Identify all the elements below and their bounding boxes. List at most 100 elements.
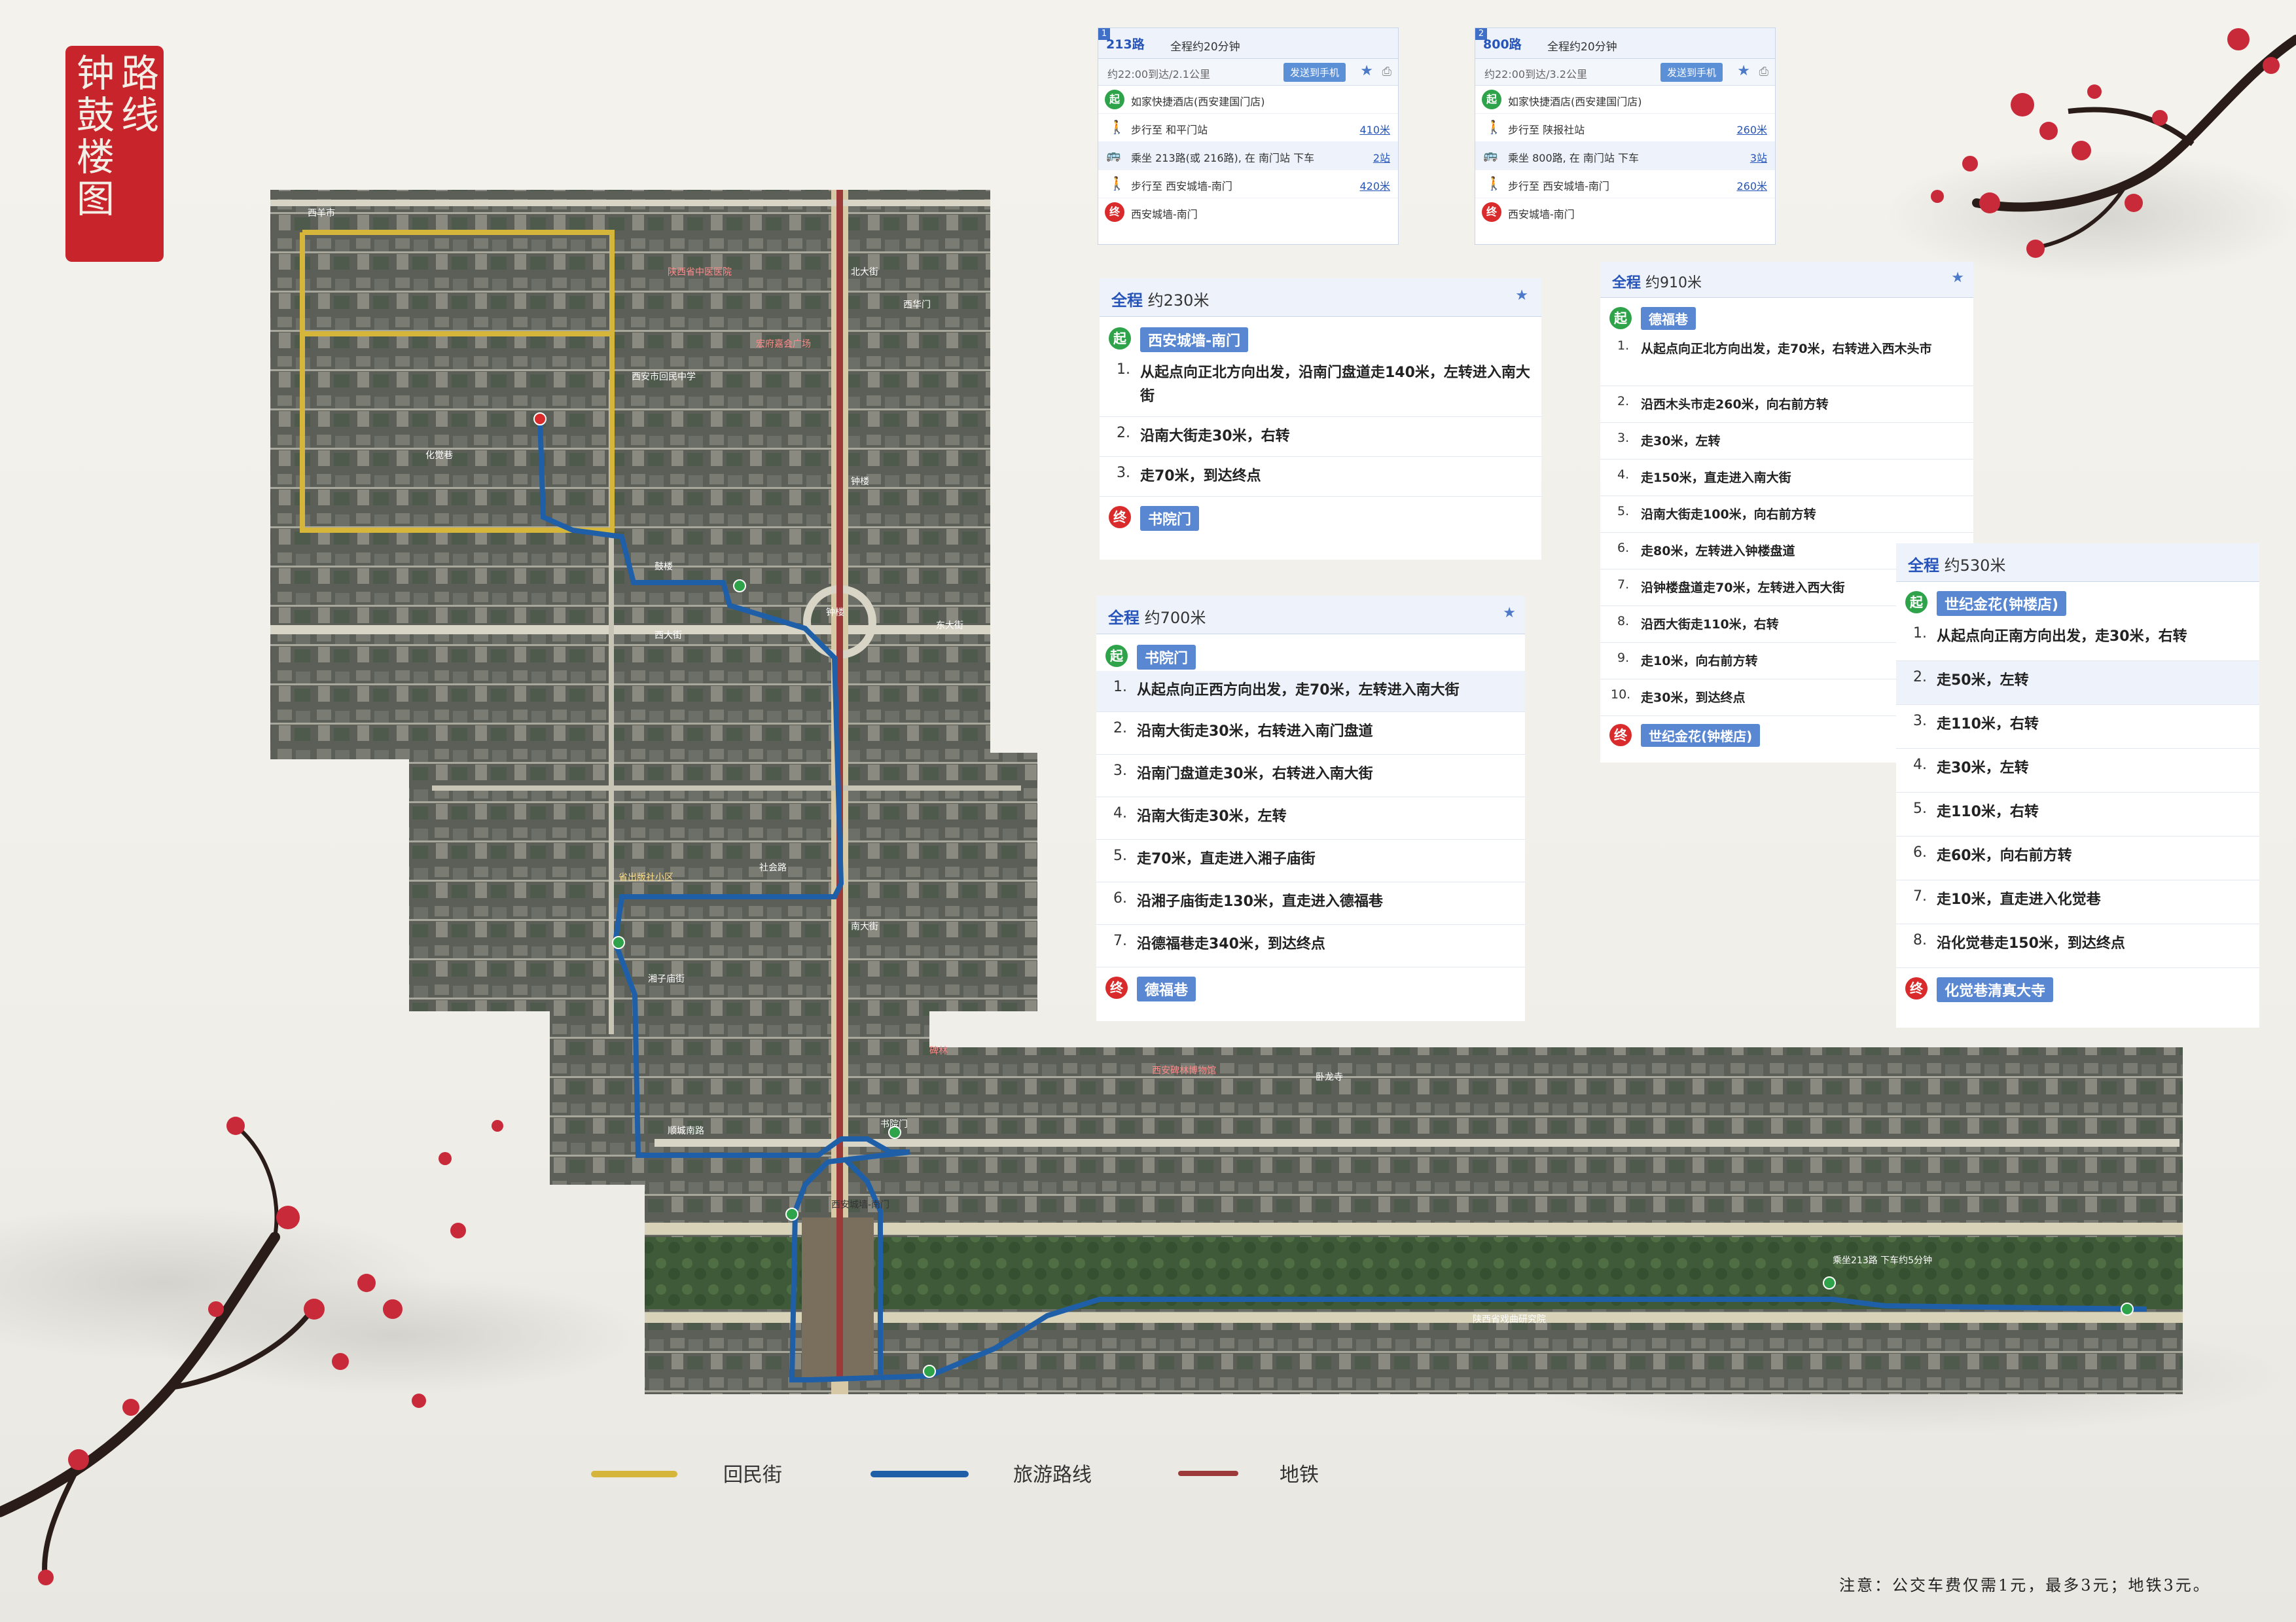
step-text: 沿南大街走100米，向右前方转	[1641, 507, 1816, 522]
end-point-label[interactable]: 德福巷	[1137, 977, 1196, 1001]
step-text: 走70米，到达终点	[1140, 468, 1261, 484]
step-text: 走50米，左转	[1937, 672, 2029, 689]
step-number: 9.	[1617, 651, 1630, 665]
walk-icon: 🚶	[1486, 175, 1502, 191]
start-icon: 起	[1105, 90, 1124, 109]
start-point-label[interactable]: 书院门	[1137, 645, 1196, 670]
bus-route-link[interactable]: 800路	[1483, 35, 1522, 52]
route-step: 3. 走110米，右转	[1896, 705, 2259, 749]
route-total: 全程 约700米	[1108, 605, 1206, 628]
legend-huimin-swatch	[591, 1471, 677, 1477]
route-total-prefix: 全程	[1111, 291, 1143, 310]
bus-step-ride: 🚌 乘坐 800路, 在 南门站 下车 3站	[1475, 142, 1775, 170]
map-label: 西安碑林博物馆	[1152, 1065, 1216, 1076]
map-label: 化觉巷	[425, 450, 453, 461]
step-text: 沿化觉巷走150米，到达终点	[1937, 935, 2125, 952]
end-icon: 终	[1905, 977, 1928, 1000]
bus-step-distance[interactable]: 260米	[1736, 177, 1767, 193]
print-icon[interactable]: ⎙	[1382, 65, 1391, 79]
step-number: 6.	[1617, 541, 1630, 555]
step-text: 走30米，左转	[1641, 434, 1721, 448]
start-icon: 起	[1109, 327, 1131, 350]
step-number: 7.	[1913, 888, 1927, 905]
bus-plan-subheader: 约22:00到达/2.1公里 发送到手机 ★ ⎙	[1098, 59, 1398, 86]
print-icon[interactable]: ⎙	[1759, 65, 1768, 79]
step-number: 6.	[1913, 844, 1927, 861]
bus-icon: 🚌	[1106, 149, 1121, 162]
bus-step-text: 步行至 西安城墙-南门	[1508, 180, 1609, 192]
map-label: 西大街	[655, 630, 682, 641]
start-point-label[interactable]: 德福巷	[1641, 307, 1696, 330]
star-icon[interactable]: ★	[1503, 605, 1516, 621]
route-end: 终 化觉巷清真大寺	[1896, 972, 2259, 1003]
step-text: 沿南门盘道走30米，右转进入南大街	[1137, 766, 1373, 782]
bus-step-end: 终 西安城墙-南门	[1475, 198, 1775, 226]
end-point-label[interactable]: 化觉巷清真大寺	[1937, 977, 2054, 1002]
step-text: 走30米，左转	[1937, 760, 2029, 776]
start-point-label[interactable]: 世纪金花(钟楼店)	[1937, 591, 2067, 616]
star-icon[interactable]: ★	[1951, 270, 1964, 286]
bus-step-end: 终 西安城墙-南门	[1098, 198, 1398, 226]
bus-plan-card-1: 1 213路 全程约20分钟 约22:00到达/2.1公里 发送到手机 ★ ⎙ …	[1098, 27, 1399, 245]
legend-metro-label: 地铁	[1280, 1464, 1319, 1487]
step-text: 沿南大街走30米，右转进入南门盘道	[1137, 723, 1373, 740]
route-header: 全程 约230米 ★	[1100, 278, 1541, 317]
walk-route-panel-2: 全程 约700米 ★ 起 书院门 1. 从起点向正西方向出发，走70米，左转进入南…	[1096, 596, 1525, 1021]
step-number: 7.	[1617, 577, 1630, 592]
step-number: 5.	[1913, 801, 1927, 817]
bus-plan-header: 1 213路 全程约20分钟	[1098, 28, 1398, 59]
walk-icon: 🚶	[1109, 119, 1125, 135]
route-header: 全程 约700米 ★	[1096, 596, 1525, 634]
step-number: 8.	[1913, 932, 1927, 948]
fare-note: 注意：公交车费仅需1元，最多3元；地铁3元。	[1839, 1576, 2211, 1595]
step-number: 4.	[1913, 757, 1927, 773]
bus-plan-subheader: 约22:00到达/3.2公里 发送到手机 ★ ⎙	[1475, 59, 1775, 86]
star-icon[interactable]: ★	[1360, 63, 1373, 79]
map-label: 鼓楼	[655, 562, 673, 572]
step-text: 走150米，直走进入南大街	[1641, 471, 1791, 485]
map-label: 东大街	[936, 621, 963, 631]
route-step: 8. 沿化觉巷走150米，到达终点	[1896, 924, 2259, 968]
bus-step-text: 如家快捷酒店(西安建国门店)	[1131, 96, 1265, 108]
end-point-label[interactable]: 书院门	[1140, 506, 1200, 531]
step-number: 10.	[1611, 687, 1631, 702]
bus-step-distance[interactable]: 410米	[1359, 121, 1390, 137]
star-icon[interactable]: ★	[1515, 287, 1528, 304]
start-point-label[interactable]: 西安城墙-南门	[1140, 327, 1249, 352]
bus-step-stops[interactable]: 3站	[1750, 149, 1767, 165]
walk-route-panel-1: 全程 约230米 ★ 起 西安城墙-南门 1. 从起点向正北方向出发，沿南门盘道…	[1100, 278, 1541, 560]
bus-step-walk: 🚶 步行至 西安城墙-南门 260米	[1475, 170, 1775, 198]
map-label: 北大街	[851, 267, 878, 278]
step-text: 从起点向正北方向出发，沿南门盘道走140米，左转进入南大街	[1140, 365, 1530, 405]
end-point-label[interactable]: 世纪金花(钟楼店)	[1641, 724, 1761, 747]
start-icon: 起	[1105, 645, 1128, 667]
bus-step-stops[interactable]: 2站	[1373, 149, 1390, 165]
legend-metro-swatch	[1178, 1471, 1238, 1476]
bus-step-distance[interactable]: 260米	[1736, 121, 1767, 137]
route-step: 5. 走70米，直走进入湘子庙街	[1096, 840, 1525, 882]
route-start: 起 世纪金花(钟楼店)	[1896, 586, 2259, 617]
step-text: 走110米，右转	[1937, 804, 2039, 820]
send-to-phone-button[interactable]: 发送到手机	[1660, 63, 1723, 82]
end-icon: 终	[1482, 202, 1501, 222]
map-label: 社会路	[759, 863, 787, 873]
step-text: 沿德福巷走340米，到达终点	[1137, 936, 1325, 952]
bus-step-text: 西安城墙-南门	[1508, 208, 1575, 221]
map-label: 碑林	[929, 1046, 948, 1056]
start-icon: 起	[1482, 90, 1501, 109]
bus-step-start: 起 如家快捷酒店(西安建国门店)	[1475, 86, 1775, 114]
route-step: 4. 走150米，直走进入南大街	[1600, 460, 1973, 496]
star-icon[interactable]: ★	[1737, 63, 1750, 79]
bus-route-link[interactable]: 213路	[1106, 35, 1145, 52]
legend-tour-label: 旅游路线	[1013, 1464, 1092, 1487]
end-icon: 终	[1105, 977, 1128, 999]
map-label: 西羊市	[308, 207, 335, 219]
start-icon: 起	[1905, 591, 1928, 613]
bus-step-text: 乘坐 213路(或 216路), 在 南门站 下车	[1131, 152, 1315, 164]
step-number: 3.	[1113, 763, 1127, 779]
step-number: 1.	[1113, 679, 1127, 695]
arrival-info: 约22:00到达/2.1公里	[1107, 68, 1210, 81]
route-step: 2. 沿南大街走30米，右转	[1100, 417, 1541, 457]
bus-step-distance[interactable]: 420米	[1359, 177, 1390, 193]
send-to-phone-button[interactable]: 发送到手机	[1283, 63, 1346, 82]
